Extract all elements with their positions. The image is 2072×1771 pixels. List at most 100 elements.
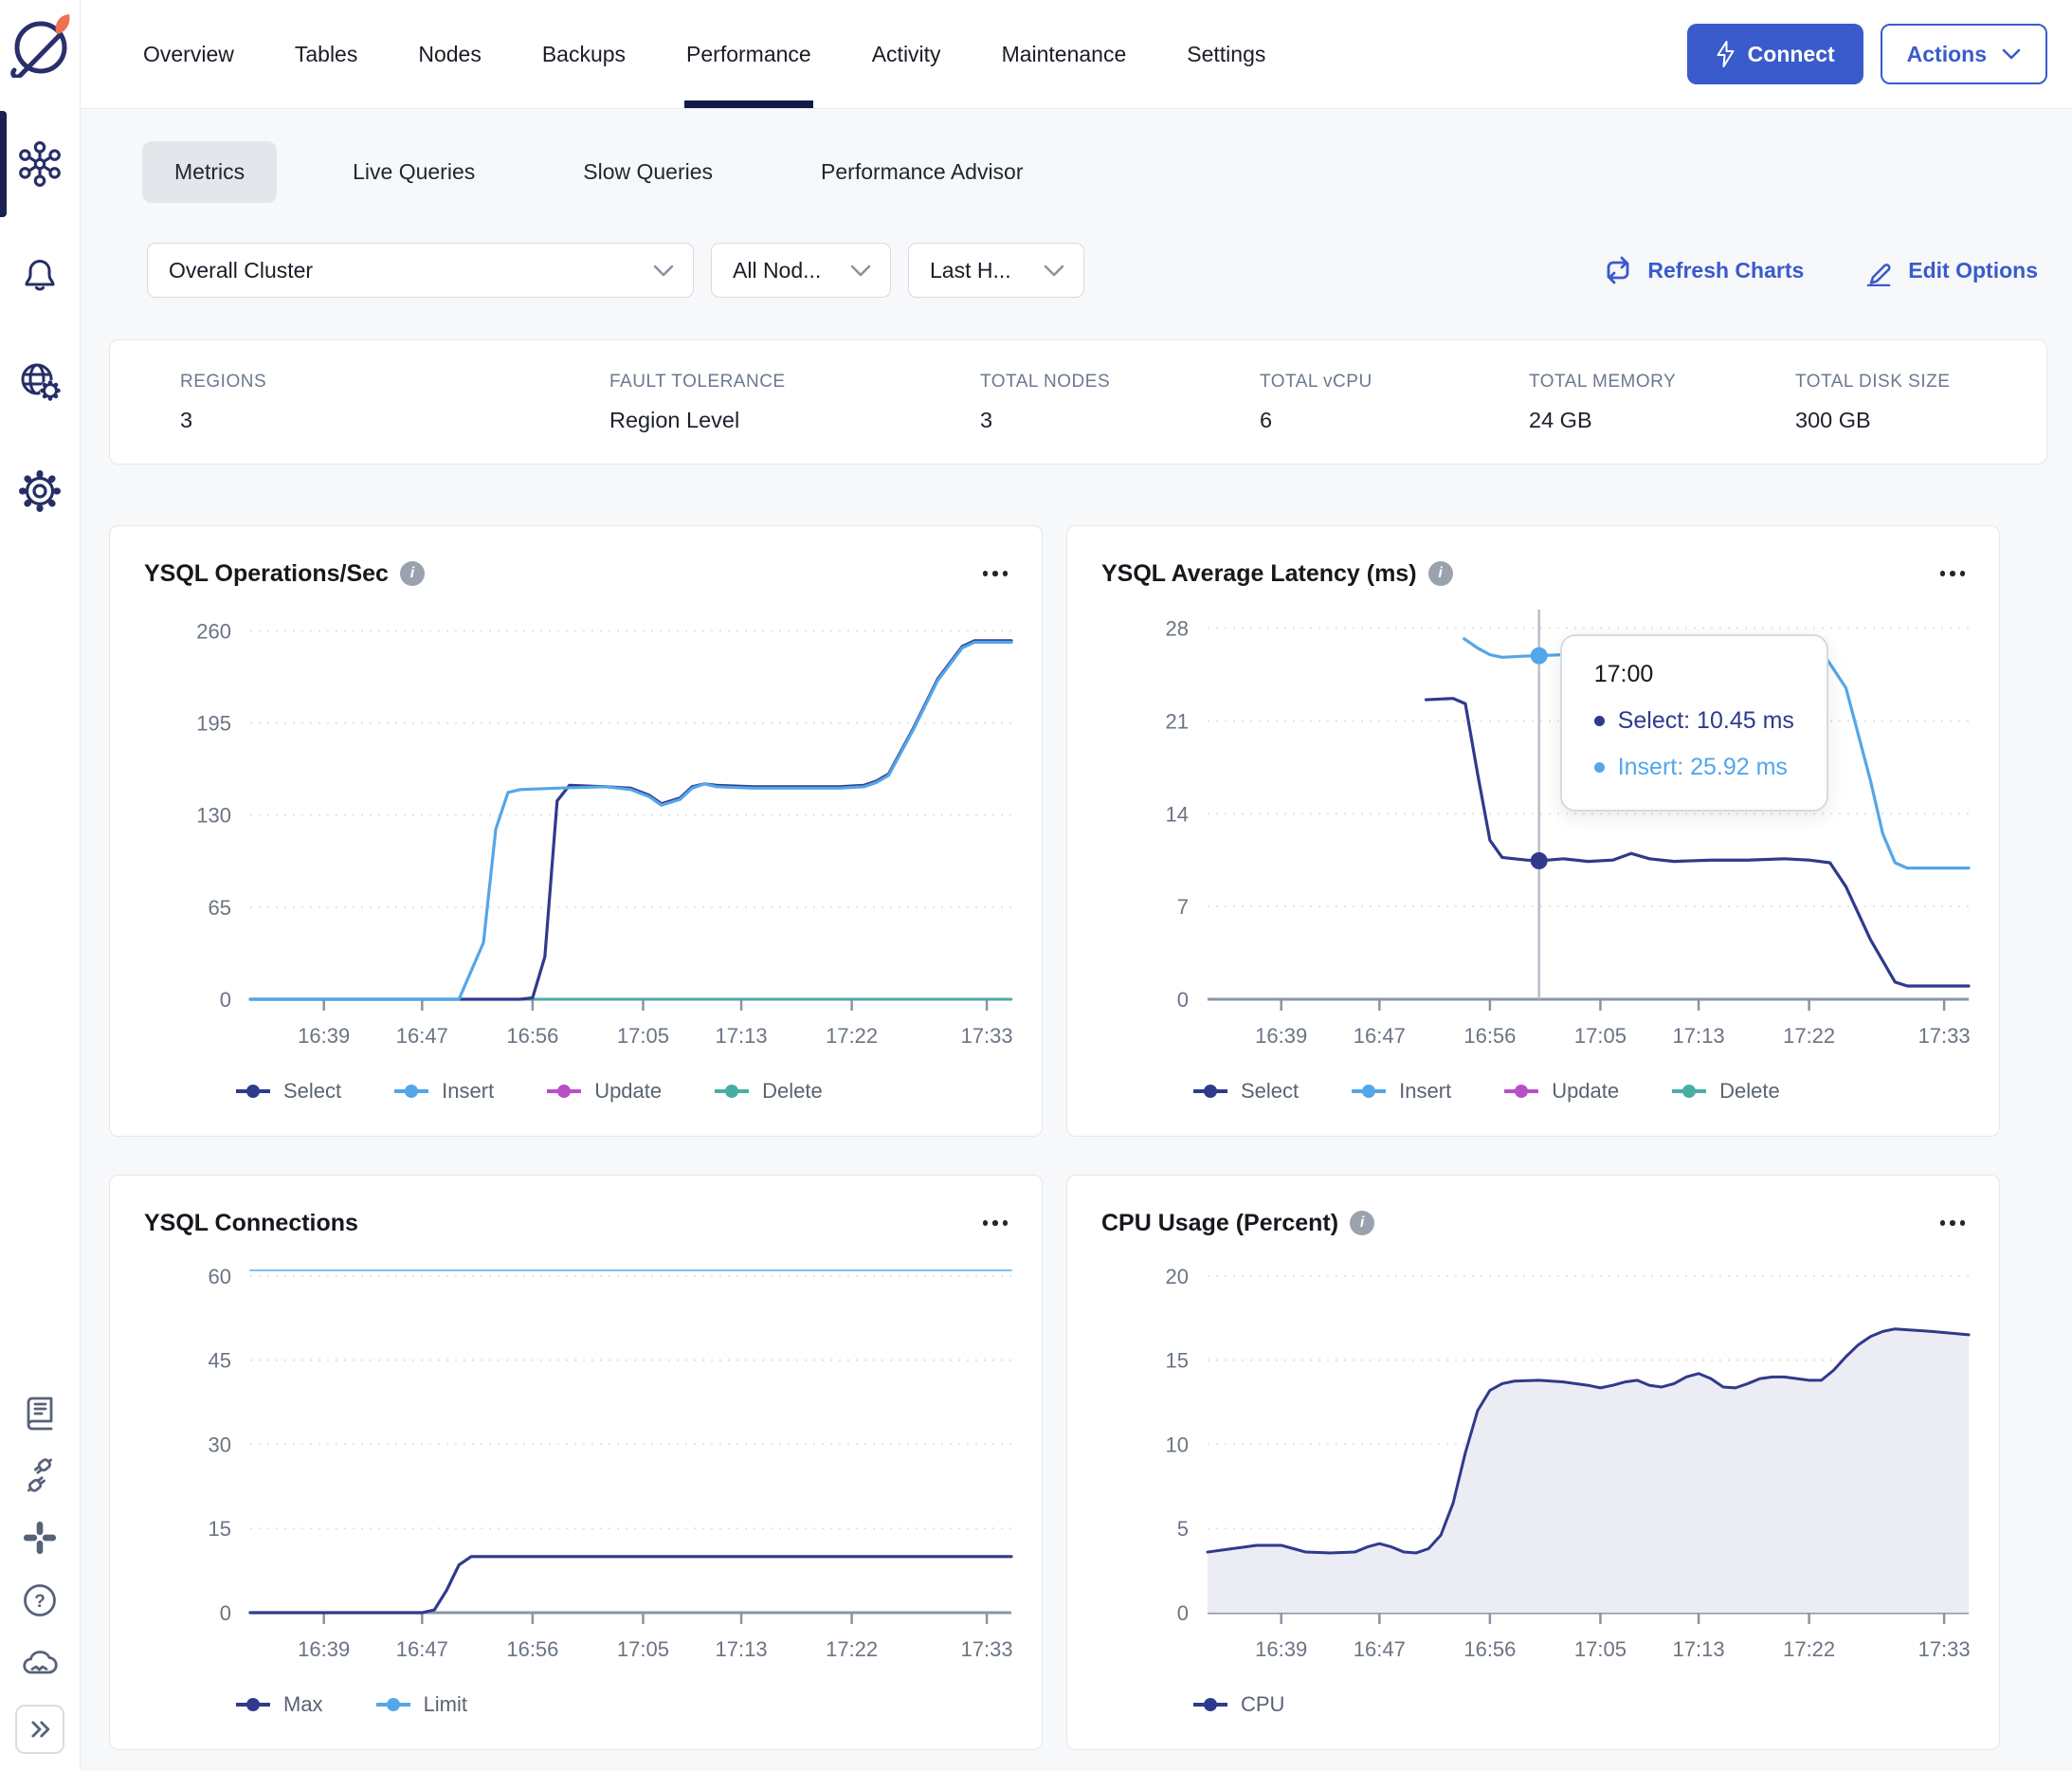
cluster-select[interactable]: Overall Cluster xyxy=(147,243,694,298)
tab-overview[interactable]: Overview xyxy=(143,0,234,108)
svg-text:17:05: 17:05 xyxy=(1574,1637,1627,1661)
chart-tooltip: 17:00 Select: 10.45 ms Insert: 25.92 ms xyxy=(1559,634,1828,812)
chart-plot-area: 0 5 10 15 20 16:39 16:47 16:56 17:05 17:13 17:22 17… xyxy=(1094,1246,1984,1671)
slack-icon xyxy=(23,1521,57,1555)
connect-button[interactable]: Connect xyxy=(1686,24,1863,84)
sidebar-item-network-access[interactable] xyxy=(0,327,81,436)
sidebar-item-slack[interactable] xyxy=(17,1517,63,1559)
sidebar-item-cluster-metrics[interactable] xyxy=(0,109,81,218)
sidebar-item-integrations[interactable] xyxy=(17,1454,63,1496)
info-icon[interactable]: i xyxy=(1427,561,1453,586)
svg-text:17:13: 17:13 xyxy=(1673,1637,1725,1661)
chart-title: YSQL Operations/Sec xyxy=(144,559,389,587)
stat-fault-tolerance: FAULT TOLERANCE Region Level xyxy=(609,371,786,432)
svg-text:17:33: 17:33 xyxy=(961,1024,1013,1048)
svg-text:0: 0 xyxy=(220,988,231,1012)
chart-menu-button[interactable] xyxy=(1938,563,1968,584)
legend-item-delete[interactable]: Delete xyxy=(715,1079,823,1104)
legend-marker-icon xyxy=(375,1698,410,1711)
svg-text:17:33: 17:33 xyxy=(1918,1024,1971,1048)
svg-text:65: 65 xyxy=(209,896,231,920)
nodes-select-value: All Nod... xyxy=(733,257,822,283)
svg-text:0: 0 xyxy=(1177,1601,1189,1625)
subtab-performance-advisor[interactable]: Performance Advisor xyxy=(789,141,1055,203)
tab-backups[interactable]: Backups xyxy=(542,0,626,108)
legend-item-select[interactable]: Select xyxy=(1193,1079,1299,1104)
tab-nodes[interactable]: Nodes xyxy=(418,0,481,108)
svg-text:16:39: 16:39 xyxy=(298,1024,350,1048)
chevron-down-icon xyxy=(653,265,674,276)
help-question-icon: ? xyxy=(24,1584,56,1616)
info-icon[interactable]: i xyxy=(1350,1211,1375,1235)
svg-text:17:13: 17:13 xyxy=(1673,1024,1725,1048)
pencil-icon xyxy=(1866,264,1891,286)
svg-text:10: 10 xyxy=(1166,1433,1189,1456)
sidebar-item-cloud-status[interactable] xyxy=(17,1642,63,1684)
cluster-summary-bar: REGIONS 3 FAULT TOLERANCE Region Level T… xyxy=(109,339,2047,465)
tab-maintenance[interactable]: Maintenance xyxy=(1002,0,1127,108)
globe-gear-icon xyxy=(21,363,61,401)
edit-options-button[interactable]: Edit Options xyxy=(1863,254,2038,286)
legend-item-insert[interactable]: Insert xyxy=(394,1079,494,1104)
svg-text:17:22: 17:22 xyxy=(1783,1637,1835,1661)
sidebar-item-help[interactable]: ? xyxy=(17,1579,63,1621)
tooltip-entry: Select: 10.45 ms xyxy=(1593,707,1794,735)
svg-text:17:33: 17:33 xyxy=(1918,1637,1971,1661)
subtab-slow-queries[interactable]: Slow Queries xyxy=(551,141,745,203)
chart-menu-button[interactable] xyxy=(981,1213,1010,1233)
refresh-charts-button[interactable]: Refresh Charts xyxy=(1602,254,1804,286)
svg-text:17:13: 17:13 xyxy=(716,1637,768,1661)
svg-text:30: 30 xyxy=(209,1433,231,1456)
chart-legend: CPU xyxy=(1094,1671,1984,1738)
svg-text:14: 14 xyxy=(1166,802,1189,826)
tab-performance[interactable]: Performance xyxy=(684,0,813,108)
plug-icon xyxy=(27,1458,52,1492)
legend-item-max[interactable]: Max xyxy=(236,1692,323,1717)
nodes-select[interactable]: All Nod... xyxy=(711,243,891,298)
bell-icon xyxy=(25,259,55,291)
chart-canvas: 0 65 130 195 260 16:39 16:47 16:56 17:05 17:13 17:… xyxy=(196,619,1013,1048)
tab-tables[interactable]: Tables xyxy=(295,0,357,108)
actions-button[interactable]: Actions xyxy=(1880,24,2047,84)
sidebar-item-alerts[interactable] xyxy=(0,218,81,327)
legend-item-cpu[interactable]: CPU xyxy=(1193,1692,1284,1717)
docs-book-icon xyxy=(27,1397,53,1431)
legend-item-update[interactable]: Update xyxy=(547,1079,662,1104)
chart-card-ysql-connections: YSQL Connections 0 15 30 45 60 16:39 16:47 16:5… xyxy=(109,1175,1043,1750)
svg-text:17:22: 17:22 xyxy=(826,1637,878,1661)
lightning-icon xyxy=(1717,41,1735,67)
subtab-metrics[interactable]: Metrics xyxy=(142,141,278,203)
legend-marker-icon xyxy=(1504,1085,1539,1098)
chart-title: YSQL Average Latency (ms) xyxy=(1101,559,1417,587)
tab-activity[interactable]: Activity xyxy=(872,0,941,108)
tab-settings[interactable]: Settings xyxy=(1187,0,1265,108)
sidebar-expand-button[interactable] xyxy=(15,1705,64,1754)
subtab-live-queries[interactable]: Live Queries xyxy=(320,141,507,203)
svg-text:15: 15 xyxy=(1166,1349,1189,1373)
sidebar-item-docs[interactable] xyxy=(17,1392,63,1433)
legend-item-update[interactable]: Update xyxy=(1504,1079,1619,1104)
sidebar-item-settings[interactable] xyxy=(0,436,81,545)
chart-menu-button[interactable] xyxy=(981,563,1010,584)
svg-text:7: 7 xyxy=(1177,895,1189,919)
cloud-icon xyxy=(23,1651,58,1674)
legend-item-limit[interactable]: Limit xyxy=(375,1692,467,1717)
svg-text:28: 28 xyxy=(1166,617,1189,641)
chart-card-cpu-usage: CPU Usage (Percent) i 0 5 10 15 20 16:39 16:47… xyxy=(1066,1175,2000,1750)
svg-text:16:39: 16:39 xyxy=(1255,1637,1307,1661)
refresh-charts-label: Refresh Charts xyxy=(1647,257,1805,283)
chart-menu-button[interactable] xyxy=(1938,1213,1968,1233)
legend-item-delete[interactable]: Delete xyxy=(1672,1079,1780,1104)
svg-text:16:47: 16:47 xyxy=(396,1024,448,1048)
stat-regions: REGIONS 3 xyxy=(180,371,267,432)
actions-label: Actions xyxy=(1906,41,1987,66)
chart-title: YSQL Connections xyxy=(144,1209,358,1236)
svg-text:195: 195 xyxy=(196,712,231,736)
legend-item-select[interactable]: Select xyxy=(236,1079,341,1104)
sidebar: ? xyxy=(0,0,81,1771)
legend-item-insert[interactable]: Insert xyxy=(1352,1079,1451,1104)
top-navigation: Overview Tables Nodes Backups Performanc… xyxy=(81,0,2072,109)
info-icon[interactable]: i xyxy=(399,561,425,586)
yugabyte-logo-icon[interactable] xyxy=(9,9,71,82)
time-range-select[interactable]: Last H... xyxy=(908,243,1084,298)
